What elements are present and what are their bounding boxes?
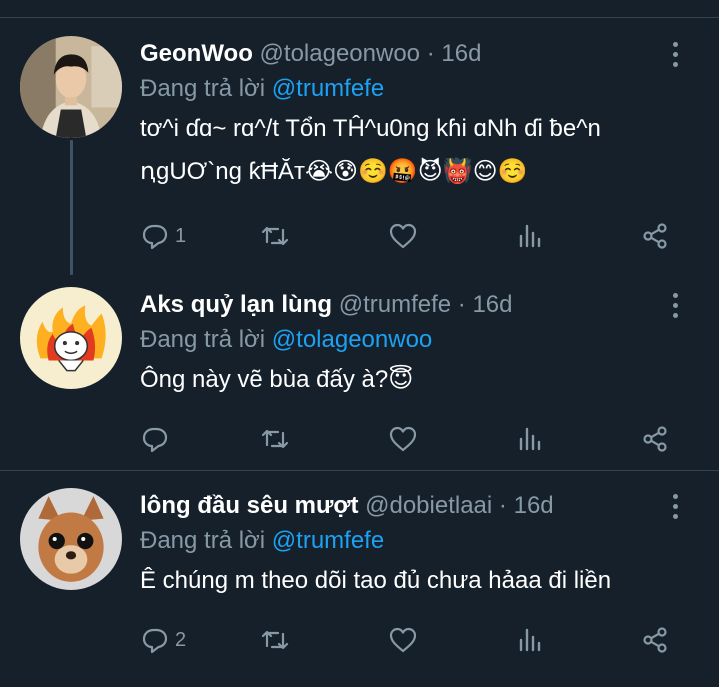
retweet-button[interactable] [260, 422, 290, 456]
replying-to-label: Đang trả lời [140, 527, 266, 554]
tweet-text: tơ^i ɗɑ~ rɑ^/t Tổn TĤ^u0ng kɦi ɑNh ɗi ƀe… [140, 107, 689, 193]
tweet-header: GeonWoo @tolageonwoo · 16d [140, 38, 689, 70]
tweet-text-line: tơ^i ɗɑ~ rɑ^/t Tổn TĤ^u0ng kɦi ɑNh ɗi ƀe… [140, 115, 601, 142]
analytics-icon [519, 224, 541, 248]
emoji-sequence: 😇 [388, 365, 414, 393]
analytics-button[interactable] [515, 422, 545, 456]
avatar-photo-man-icon [20, 36, 122, 138]
share-icon [643, 426, 667, 452]
retweet-icon [261, 429, 289, 449]
action-bar: 2 [140, 623, 680, 657]
reply-button[interactable]: 1 [140, 219, 186, 253]
like-button[interactable] [388, 219, 418, 253]
replying-to-label: Đang trả lời [140, 75, 266, 102]
display-name[interactable]: lông đầu sêu mượt [140, 492, 358, 519]
like-button[interactable] [388, 623, 418, 657]
action-bar [140, 422, 680, 456]
reply-icon [142, 224, 168, 250]
mention-link[interactable]: @tolageonwoo [272, 326, 432, 353]
more-icon[interactable] [663, 490, 687, 522]
avatar[interactable] [20, 36, 122, 138]
share-button[interactable] [640, 219, 670, 253]
tweet-header: Aks quỷ lạn lùng @trumfefe · 16d [140, 289, 689, 321]
reply-count: 1 [175, 224, 187, 247]
mention-link[interactable]: @trumfefe [272, 75, 384, 102]
like-icon [389, 627, 417, 653]
tweet-text-segment: Ông này vẽ bùa đấy à? [140, 366, 389, 393]
user-handle[interactable]: @tolageonwoo [260, 40, 420, 67]
avatar-photo-dog-icon [20, 488, 122, 590]
retweet-icon [261, 226, 289, 246]
analytics-button[interactable] [515, 623, 545, 657]
emoji-sequence: 😭😰☺️🤬😈👹😊☺️ [304, 157, 528, 185]
more-icon[interactable] [663, 289, 687, 321]
replying-to: Đang trả lời @trumfefe [140, 525, 689, 557]
replying-to: Đang trả lời @trumfefe [140, 73, 689, 105]
reply-button[interactable] [140, 422, 175, 456]
user-handle[interactable]: @dobietlaai [365, 492, 492, 519]
replying-to-label: Đang trả lời [140, 326, 266, 353]
reply-icon [142, 427, 168, 453]
tweet[interactable]: Aks quỷ lạn lùng @trumfefe · 16d Đang tr… [0, 275, 719, 470]
tweet-text-line: Ê chúng m theo dõi tao đủ chưa hảaa đi l… [140, 567, 612, 594]
timestamp[interactable]: 16d [472, 291, 512, 318]
reply-icon [142, 628, 168, 654]
timestamp[interactable]: 16d [441, 40, 481, 67]
reply-count: 2 [175, 628, 187, 651]
more-icon[interactable] [663, 38, 687, 70]
analytics-button[interactable] [515, 219, 545, 253]
user-handle[interactable]: @trumfefe [339, 291, 451, 318]
tweet-header: lông đầu sêu mượt @dobietlaai · 16d [140, 490, 689, 522]
reply-button[interactable]: 2 [140, 623, 186, 657]
retweet-button[interactable] [260, 623, 290, 657]
mention-link[interactable]: @trumfefe [272, 527, 384, 554]
like-icon [389, 223, 417, 249]
separator-dot: · [457, 291, 466, 318]
share-icon [643, 627, 667, 653]
display-name[interactable]: GeonWoo [140, 40, 253, 67]
share-icon [643, 223, 667, 249]
timestamp[interactable]: 16d [514, 492, 554, 519]
avatar[interactable] [20, 488, 122, 590]
tweet-text: Ông này vẽ bùa đấy à?😇 [140, 358, 689, 401]
analytics-icon [519, 427, 541, 451]
share-button[interactable] [640, 623, 670, 657]
tweet-text-segment: ꞑgUƠ`ng ƙĦĂт [140, 158, 305, 185]
tweet[interactable]: lông đầu sêu mượt @dobietlaai · 16d Đang… [0, 471, 719, 687]
retweet-button[interactable] [260, 219, 290, 253]
share-button[interactable] [640, 422, 670, 456]
tweet-text-line: ꞑgUƠ`ng ƙĦĂт😭😰☺️🤬😈👹😊☺️ [140, 150, 689, 193]
analytics-icon [519, 628, 541, 652]
avatar-cartoon-fire-icon [20, 287, 122, 389]
tweet[interactable]: GeonWoo @tolageonwoo · 16d Đang trả lời … [0, 0, 719, 275]
tweet-text-line: Ông này vẽ bùa đấy à?😇 [140, 358, 689, 401]
replying-to: Đang trả lời @tolageonwoo [140, 324, 689, 356]
like-icon [389, 426, 417, 452]
separator-dot: · [498, 492, 507, 519]
action-bar: 1 [140, 219, 680, 253]
tweet-text: Ê chúng m theo dõi tao đủ chưa hảaa đi l… [140, 559, 689, 602]
avatar[interactable] [20, 287, 122, 389]
separator-dot: · [426, 40, 435, 67]
like-button[interactable] [388, 422, 418, 456]
retweet-icon [261, 630, 289, 650]
display-name[interactable]: Aks quỷ lạn lùng [140, 291, 332, 318]
